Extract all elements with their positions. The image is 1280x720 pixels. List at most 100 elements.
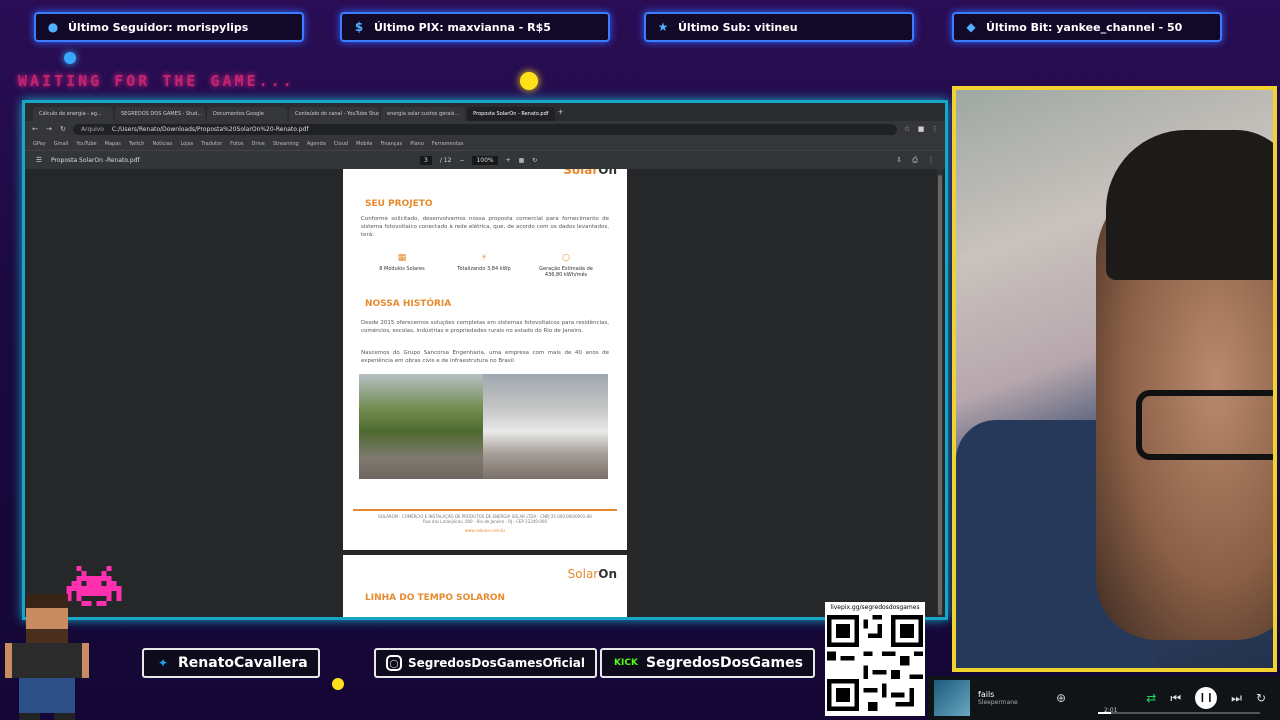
section-text-project: Conforme solicitado, desenvolvemos nossa… [361,216,609,238]
brand-left: Solar [567,567,599,581]
bookmark-item[interactable]: Notícias [152,141,172,147]
browser-tab[interactable]: Cálculo de energia - ag... [33,107,113,121]
forward-icon[interactable]: → [45,125,53,133]
download-icon[interactable]: ⇩ [895,156,903,164]
stat-generation-label: Geração Estimada de 436,80 kWh/mês [539,266,593,278]
decor-dot-blue [64,52,76,64]
pdf-zoom[interactable]: 100% [472,155,498,165]
webcam-person-glasses [1136,390,1273,460]
browser-tab[interactable]: Documentos Google [207,107,287,121]
address-label: Arquivo [81,125,104,133]
shuffle-icon[interactable]: ⇄ [1146,691,1156,705]
decor-dot-yellow [520,72,538,90]
scrollbar-thumb[interactable] [938,175,942,615]
pdf-filename: Proposta SolarOn -Renato.pdf [51,156,140,164]
pdf-page-number[interactable]: 3 [420,155,432,165]
next-icon[interactable]: ⏭ [1231,691,1242,706]
pdf-page-total: / 12 [439,156,452,164]
brand-right: On [598,567,617,581]
star-icon: ★ [657,20,669,34]
browser-tab[interactable]: SEGREDOS DOS GAMES - Stud... [115,107,205,121]
bookmark-item[interactable]: Twitch [129,141,145,147]
hamburger-icon[interactable]: ☰ [35,156,43,164]
solaron-logo: SolarOn [563,169,617,177]
pdf-page-4: SolarOn LINHA DO TEMPO SOLARON [343,555,627,617]
menu-icon[interactable]: ⋮ [931,125,939,133]
track-info: fails Sleepermane [978,690,1048,706]
track-progress-bar[interactable] [1098,712,1260,714]
social-instagram: ◯ SegredosDosGamesOficial [374,648,598,678]
extensions-icon[interactable]: ■ [917,125,925,133]
bookmark-item[interactable]: Fotos [230,141,243,147]
track-title: fails [978,690,995,699]
bookmark-item[interactable]: Streaming [273,141,299,147]
browser-tab[interactable]: Conteúdo do canal - YouTube Studio [289,107,379,121]
sun-icon: ○ [562,253,570,263]
alert-last-bit: ◆ Último Bit: yankee_channel - 50 [952,12,1222,42]
pdf-viewer[interactable]: SolarOn SEU PROJETO Conforme solicitado,… [25,169,945,617]
pdf-page-3: SolarOn SEU PROJETO Conforme solicitado,… [343,169,627,550]
footer-line-2: Rua das Laranjeiras, 000 - Rio de Janeir… [423,519,547,524]
bookmark-star-icon[interactable]: ☆ [903,125,911,133]
section-text-history-2: Nascemos do Grupo Sancorsa Engenharia, u… [361,350,609,364]
webcam-feed [952,86,1277,672]
pdf-scrollbar[interactable] [937,169,943,617]
rotate-icon[interactable]: ↻ [532,157,537,164]
bookmark-item[interactable]: Gmail [54,141,69,147]
diamond-icon: ◆ [966,20,976,34]
stat-modules-label: 8 Módulos Solares [379,266,425,272]
reload-icon[interactable]: ↻ [59,125,67,133]
tab-bar: Cálculo de energia - ag... SEGREDOS DOS … [25,103,945,121]
address-bar[interactable]: Arquivo C:/Users/Renato/Downloads/Propos… [73,123,897,135]
address-row: ← → ↻ Arquivo C:/Users/Renato/Downloads/… [25,121,945,137]
album-cover [934,680,970,716]
bookmark-item[interactable]: Plano [410,141,424,147]
bookmark-item[interactable]: Cloud [334,141,348,147]
bookmark-item[interactable]: YouTube [76,141,96,147]
bookmark-item[interactable]: Mobile [356,141,372,147]
alert-last-sub: ★ Último Sub: vitineu [644,12,914,42]
alert-last-pix-text: Último PIX: maxvianna - R$5 [374,20,551,34]
bookmark-item[interactable]: GPay [33,141,46,147]
new-tab-icon[interactable]: + [557,108,565,116]
waiting-text: WAITING FOR THE GAME... [18,72,295,90]
track-progress-fill [1098,712,1111,714]
solaron-logo: SolarOn [568,567,617,581]
browser-tab-active[interactable]: Proposta SolarOn - Renato.pdf [467,107,555,121]
brand-left: Solar [563,169,599,177]
pdf-page-controls: 3 / 12 − 100% + ▦ ↻ [420,155,537,165]
qr-code-icon [827,615,923,711]
decor-dot-yellow-small [332,678,344,690]
alert-last-sub-text: Último Sub: vitineu [678,20,798,34]
qr-caption: livepix.gg/segredosdosgames [830,604,920,611]
solar-panel-icon: ▦ [397,253,407,263]
pause-button[interactable]: ❙❙ [1195,687,1218,709]
twitter-icon: ✦ [157,656,169,670]
webcam-person-hair [1106,130,1273,280]
alert-last-follower: ● Último Seguidor: morispylips [34,12,304,42]
social-instagram-label: SegredosDosGamesOficial [408,656,586,670]
zoom-in-icon[interactable]: + [506,157,511,164]
previous-icon[interactable]: ⏮ [1170,691,1181,706]
fit-page-icon[interactable]: ▦ [519,157,525,164]
bookmark-item[interactable]: Agenda [307,141,326,147]
zoom-out-icon[interactable]: − [459,157,464,164]
stat-power: ⚡ Totalizando 3,84 kWp [449,253,519,272]
bookmark-item[interactable]: Lojas [180,141,193,147]
stat-generation: ○ Geração Estimada de 436,80 kWh/mês [531,253,601,278]
footer-divider [353,509,617,511]
repeat-icon[interactable]: ↻ [1256,691,1266,705]
print-icon[interactable]: ⎙ [911,156,919,165]
pdf-more-icon[interactable]: ⋮ [927,156,935,164]
bookmark-item[interactable]: Mapas [105,141,121,147]
add-to-library-icon[interactable]: ⊕ [1056,691,1066,705]
music-player: fails Sleepermane ⊕ ⇄ ⏮ ❙❙ ⏭ ↻ 2:01 [928,676,1280,720]
kick-icon: KICK [614,658,638,668]
bookmark-item[interactable]: Drive [252,141,265,147]
playback-controls: ⇄ ⏮ ❙❙ ⏭ ↻ [1146,687,1266,709]
bookmark-item[interactable]: Finanças [380,141,402,147]
browser-tab[interactable]: energia solar custos gerais... [381,107,466,121]
bookmark-item[interactable]: Ferramentas [432,141,464,147]
back-icon[interactable]: ← [31,125,39,133]
bookmark-item[interactable]: Tradutor [201,141,222,147]
